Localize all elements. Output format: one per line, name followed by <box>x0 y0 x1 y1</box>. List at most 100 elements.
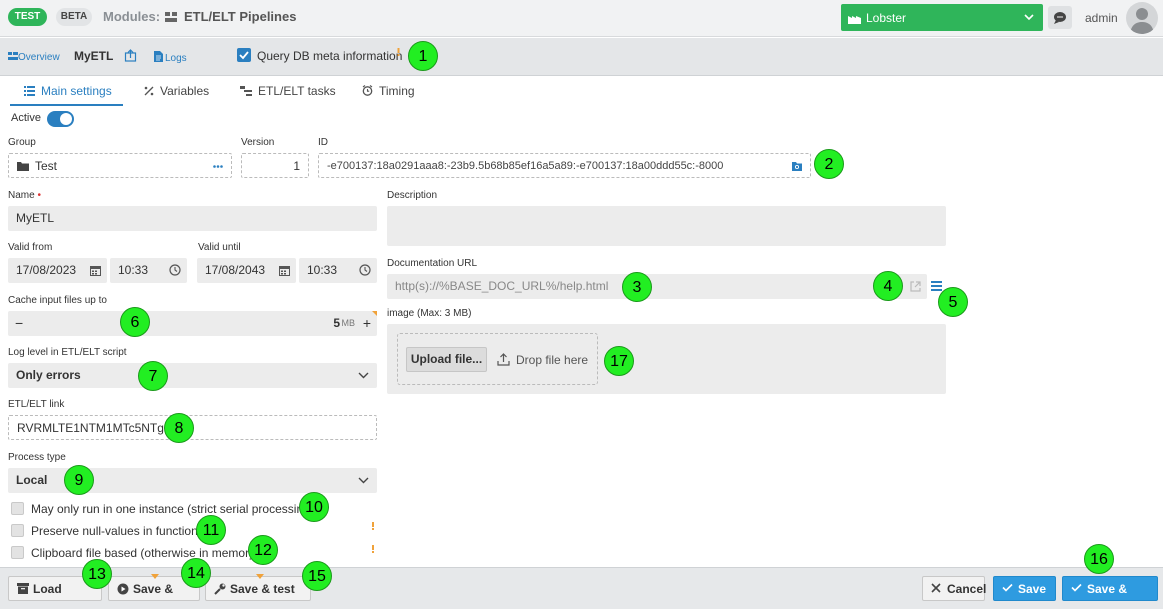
valid-from-time[interactable]: 10:33 <box>110 258 187 283</box>
breadcrumb-current: MyETL <box>74 49 114 63</box>
chevron-down-icon <box>358 477 369 484</box>
log-level-label: Log level in ETL/ELT script <box>8 347 127 358</box>
null-values-checkbox[interactable] <box>11 524 24 537</box>
save-test-run-label: Save & test run <box>230 582 295 609</box>
drop-file-label: Drop file here <box>516 353 589 367</box>
save-close-button[interactable]: Save & close <box>1062 576 1158 609</box>
etl-link-label: ETL/ELT link <box>8 399 65 410</box>
logs-link[interactable]: Logs <box>154 50 187 64</box>
active-label: Active <box>11 112 41 124</box>
wrench-icon <box>214 583 226 595</box>
check-icon <box>1071 583 1082 592</box>
tab-variables-label: Variables <box>160 84 210 98</box>
external-link-icon[interactable] <box>910 281 921 292</box>
active-toggle[interactable] <box>47 111 74 127</box>
cache-stepper[interactable]: − 5 MB + <box>8 311 377 336</box>
cache-unit: MB <box>341 318 356 328</box>
callout-marker: 15 <box>302 561 332 591</box>
overview-link[interactable]: Overview <box>8 50 60 63</box>
load-backup-label: Load backup <box>33 582 75 609</box>
save-label: Save <box>1018 582 1047 596</box>
valid-from-date-value: 17/08/2023 <box>16 263 77 277</box>
clipboard-label[interactable]: Clipboard file based (otherwise in memor… <box>31 546 259 560</box>
version-label: Version <box>241 137 275 148</box>
serial-label[interactable]: May only run in one instance (strict ser… <box>31 502 314 516</box>
clipboard-checkbox[interactable] <box>11 546 24 559</box>
doc-url-placeholder: http(s)://%BASE_DOC_URL%/help.html <box>395 279 609 293</box>
save-test-run-button[interactable]: Save & test run <box>205 574 311 609</box>
valid-from-label: Valid from <box>8 242 53 253</box>
decrement-button[interactable]: − <box>15 311 23 336</box>
folder-search-icon[interactable] <box>792 162 802 171</box>
tab-main-settings[interactable]: Main settings <box>24 84 112 98</box>
valid-until-date[interactable]: 17/08/2043 <box>197 258 296 283</box>
log-level-select[interactable]: Only errors <box>8 363 377 388</box>
footer-toolbar: Load backup Save & start Save & test run… <box>0 567 1163 609</box>
tenant-select[interactable]: Lobster <box>841 4 1043 31</box>
callout-marker: 16 <box>1084 544 1114 574</box>
callout-marker: 14 <box>181 558 211 588</box>
export-icon[interactable] <box>124 49 137 62</box>
test-badge: TEST <box>8 8 47 26</box>
callout-marker: 8 <box>164 413 194 443</box>
cache-value: 5 <box>333 316 340 330</box>
module-icon <box>164 10 178 24</box>
info-icon[interactable] <box>397 47 400 56</box>
tasks-icon <box>240 86 252 96</box>
tab-timing[interactable]: Timing <box>362 84 415 98</box>
save-start-label: Save & start <box>133 582 174 609</box>
info-marker <box>372 311 377 316</box>
callout-marker: 10 <box>299 492 329 522</box>
more-icon[interactable] <box>213 165 223 168</box>
beta-badge: BETA <box>56 8 92 26</box>
name-label: Name • <box>8 190 41 201</box>
calendar-icon[interactable] <box>279 265 290 276</box>
chat-button[interactable] <box>1048 6 1072 29</box>
valid-from-time-value: 10:33 <box>118 263 149 277</box>
callout-marker: 6 <box>120 307 150 337</box>
clock-icon[interactable] <box>169 264 181 276</box>
cancel-button[interactable]: Cancel <box>922 576 986 601</box>
user-name[interactable]: admin <box>1085 11 1118 25</box>
query-meta-label[interactable]: Query DB meta information <box>257 49 402 63</box>
tab-variables[interactable]: Variables <box>144 84 209 98</box>
callout-marker: 9 <box>64 465 94 495</box>
increment-button[interactable]: + <box>363 311 371 336</box>
process-type-label: Process type <box>8 452 66 463</box>
group-field[interactable]: Test <box>8 153 232 178</box>
name-input[interactable]: MyETL <box>8 206 377 231</box>
doc-url-input[interactable]: http(s)://%BASE_DOC_URL%/help.html <box>387 274 927 299</box>
tab-etl-tasks[interactable]: ETL/ELT tasks <box>240 84 336 98</box>
info-icon[interactable] <box>371 521 375 530</box>
callout-marker: 11 <box>196 515 226 545</box>
upload-icon <box>497 353 510 369</box>
dropdown-marker <box>151 574 159 579</box>
clock-icon[interactable] <box>359 264 371 276</box>
callout-marker: 1 <box>408 41 438 71</box>
archive-icon <box>17 583 29 594</box>
folder-icon <box>17 162 29 171</box>
log-level-value: Only errors <box>16 368 81 382</box>
tab-tasks-label: ETL/ELT tasks <box>258 84 336 98</box>
factory-icon <box>848 11 861 24</box>
callout-marker: 7 <box>138 361 168 391</box>
module-name[interactable]: ETL/ELT Pipelines <box>184 9 296 24</box>
save-close-label: Save & close <box>1087 582 1128 609</box>
breadcrumb: Overview MyETL Logs Query DB meta inform… <box>0 38 1163 76</box>
valid-from-date[interactable]: 17/08/2023 <box>8 258 107 283</box>
query-meta-checkbox[interactable] <box>237 48 251 62</box>
calendar-icon[interactable] <box>90 265 101 276</box>
callout-marker: 5 <box>938 287 968 317</box>
top-bar: TEST BETA Modules: ETL/ELT Pipelines Lob… <box>0 0 1163 37</box>
upload-file-button[interactable]: Upload file... <box>406 347 487 372</box>
valid-until-time[interactable]: 10:33 <box>299 258 377 283</box>
id-field: -e700137:18a0291aaa8:-23b9.5b68b85ef16a5… <box>318 153 811 178</box>
overview-icon <box>8 52 18 60</box>
serial-checkbox[interactable] <box>11 502 24 515</box>
avatar[interactable] <box>1126 2 1158 34</box>
callout-marker: 13 <box>82 559 112 589</box>
null-values-label[interactable]: Preserve null-values in functions <box>31 524 204 538</box>
description-textarea[interactable] <box>387 206 946 246</box>
info-icon[interactable] <box>371 544 375 553</box>
save-button[interactable]: Save <box>993 576 1056 601</box>
